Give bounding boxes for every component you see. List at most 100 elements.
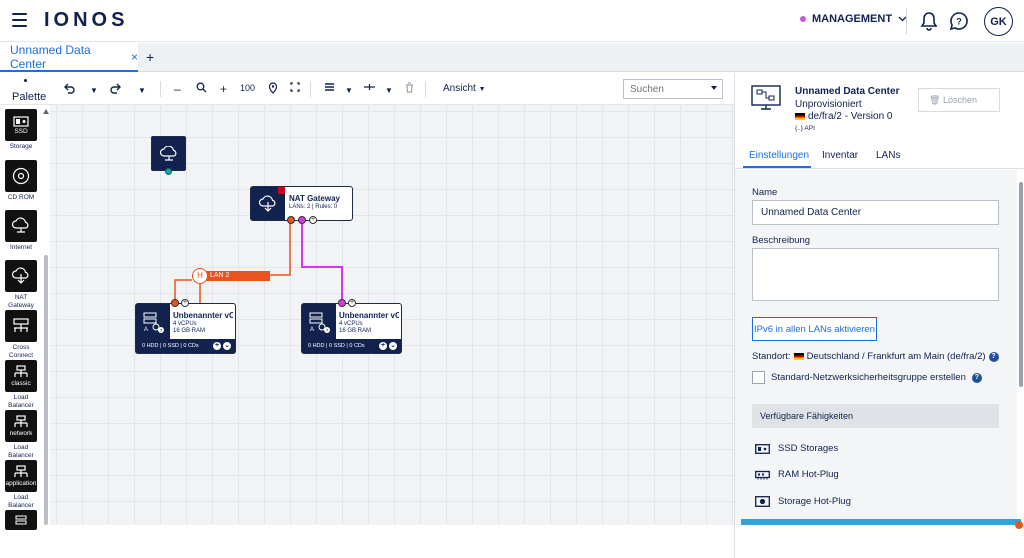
palette-item-load-balancer-classic[interactable]: classic Load Balancer: [5, 360, 37, 409]
undo-icon[interactable]: [63, 82, 75, 94]
palette-handle-icon[interactable]: [24, 79, 27, 82]
palette-item-partial[interactable]: [5, 510, 37, 530]
load-balancer-icon: classic: [5, 360, 37, 392]
component-palette: SSD Storage CD ROM Internet NAT Gateway …: [0, 105, 42, 558]
server-port[interactable]: [171, 299, 179, 307]
tab-inventory[interactable]: Inventar: [822, 150, 858, 161]
nat-port-lan2[interactable]: [287, 216, 295, 224]
capabilities-header: Verfügbare Fähigkeiten: [752, 404, 999, 428]
storage-hotplug-icon: [755, 496, 770, 507]
align-icon[interactable]: [363, 82, 376, 92]
list-layout-icon[interactable]: [324, 82, 335, 92]
active-tab-indicator: [743, 166, 811, 168]
add-icon[interactable]: +: [379, 342, 387, 350]
provision-bar[interactable]: [741, 519, 1021, 525]
panel-tabs: Einstellungen Inventar LANs: [735, 143, 1024, 169]
server-storage-summary: 0 HDD | 0 SSD | 0 CDs: [142, 343, 199, 349]
user-avatar[interactable]: GK: [984, 7, 1013, 36]
zoom-level: 100: [240, 83, 256, 93]
germany-flag-icon: [793, 353, 804, 360]
scroll-up-icon[interactable]: [43, 109, 49, 114]
nat-gateway-title: NAT Gateway: [289, 194, 340, 203]
palette-item-cross-connect[interactable]: Cross Connect: [5, 310, 37, 359]
palette-item-cd-rom[interactable]: CD ROM: [5, 160, 37, 202]
palette-item-storage[interactable]: SSD Storage: [5, 109, 37, 151]
redo-icon[interactable]: [110, 82, 122, 94]
security-group-checkbox[interactable]: [752, 371, 765, 384]
name-field[interactable]: [752, 200, 999, 225]
settings-form: Name Beschreibung IPv6 in allen LANs akt…: [735, 170, 1017, 525]
palette-item-load-balancer-application[interactable]: application Load Balancer: [5, 460, 37, 509]
location-value: Deutschland / Frankfurt am Main (de/fra/…: [806, 351, 986, 362]
chevron-down-icon[interactable]: ⌄: [389, 342, 397, 350]
nat-gateway-icon: [5, 260, 37, 292]
data-center-title: Unnamed Data Center: [795, 86, 900, 97]
description-field[interactable]: [752, 248, 999, 301]
enable-ipv6-button[interactable]: IPv6 in allen LANs aktivieren: [752, 317, 877, 341]
palette-scrollbar[interactable]: [42, 105, 50, 525]
help-chat-icon[interactable]: ?: [948, 10, 970, 32]
properties-panel: Unnamed Data Center Unprovisioniert de/f…: [734, 73, 1024, 558]
undo-dropdown-icon[interactable]: ▼: [90, 84, 98, 98]
align-dropdown-icon[interactable]: ▼: [385, 84, 393, 98]
panel-scrollbar[interactable]: [1017, 170, 1024, 525]
fullscreen-icon[interactable]: [290, 82, 300, 92]
server-node[interactable]: A? Unbenannter vC 4 vCPUs 16 GB RAM 0 HD…: [135, 303, 236, 354]
tab-lans[interactable]: LANs: [876, 150, 900, 161]
api-link[interactable]: {..} API: [795, 125, 815, 132]
toolbar-divider: [425, 81, 426, 97]
location-pin-icon[interactable]: [268, 82, 278, 94]
server-icon: [5, 510, 37, 530]
nat-add-port-icon[interactable]: +: [309, 216, 317, 224]
germany-flag-icon: [795, 113, 805, 120]
help-icon[interactable]: ?: [988, 351, 999, 362]
help-icon[interactable]: ?: [971, 372, 982, 383]
server-add-port-icon[interactable]: +: [348, 299, 356, 307]
add-icon[interactable]: +: [213, 342, 221, 350]
capability-item: Storage Hot-Plug: [755, 496, 851, 507]
data-center-location: de/fra/2 - Version 0: [795, 111, 893, 122]
search-dropdown-icon[interactable]: [711, 86, 717, 90]
scrollbar-thumb[interactable]: [1019, 182, 1023, 387]
close-icon[interactable]: ×: [131, 50, 138, 64]
server-node[interactable]: A? Unbenannter vC 4 vCPUs 16 GB RAM 0 HD…: [301, 303, 402, 354]
chevron-down-icon: ▼: [478, 86, 486, 93]
ionos-logo[interactable]: IONOS: [44, 9, 128, 32]
search-input[interactable]: [623, 79, 723, 99]
tab-data-center[interactable]: Unnamed Data Center ×: [0, 43, 138, 72]
palette-item-load-balancer-network[interactable]: network Load Balancer: [5, 410, 37, 459]
tab-settings[interactable]: Einstellungen: [749, 150, 809, 161]
layout-dropdown-icon[interactable]: ▼: [345, 84, 353, 98]
palette-item-internet[interactable]: Internet: [5, 210, 37, 252]
nat-port-lan[interactable]: [298, 216, 306, 224]
notification-indicator[interactable]: [1015, 521, 1023, 529]
contract-selector[interactable]: MANAGEMENT: [800, 13, 907, 25]
palette-item-nat-gateway[interactable]: NAT Gateway: [5, 260, 37, 309]
server-add-port-icon[interactable]: +: [181, 299, 189, 307]
contract-dot-icon: [800, 16, 806, 22]
redo-dropdown-icon[interactable]: ▼: [138, 84, 146, 98]
delete-button[interactable]: 🗑 Löschen: [918, 88, 1000, 112]
lan-hub-icon[interactable]: H: [192, 268, 208, 284]
trash-icon[interactable]: [405, 82, 414, 93]
internet-icon: [5, 210, 37, 242]
add-tab-button[interactable]: +: [146, 49, 154, 65]
server-storage-summary: 0 HDD | 0 SSD | 0 CDs: [308, 343, 365, 349]
ram-icon: [755, 470, 770, 479]
zoom-fit-icon[interactable]: [196, 82, 207, 93]
hamburger-menu-icon[interactable]: [12, 13, 27, 27]
bell-icon[interactable]: [918, 10, 940, 32]
toolbar-divider: [160, 81, 161, 97]
zoom-in-icon[interactable]: +: [220, 82, 227, 96]
scrollbar-thumb[interactable]: [44, 255, 48, 525]
server-port[interactable]: [338, 299, 346, 307]
server-title: Unbenannter vC: [173, 311, 233, 320]
view-menu[interactable]: Ansicht ▼: [443, 83, 486, 94]
design-canvas[interactable]: NAT Gateway LANs: 2 | Rules: 0 + LAN 2 H…: [50, 105, 734, 525]
zoom-out-icon[interactable]: –: [174, 82, 181, 96]
chevron-down-icon[interactable]: ⌄: [223, 342, 231, 350]
internet-port[interactable]: [165, 168, 172, 175]
tab-label: Unnamed Data Center: [10, 42, 91, 71]
internet-node[interactable]: [151, 136, 186, 171]
lan-label[interactable]: LAN 2: [198, 271, 270, 281]
